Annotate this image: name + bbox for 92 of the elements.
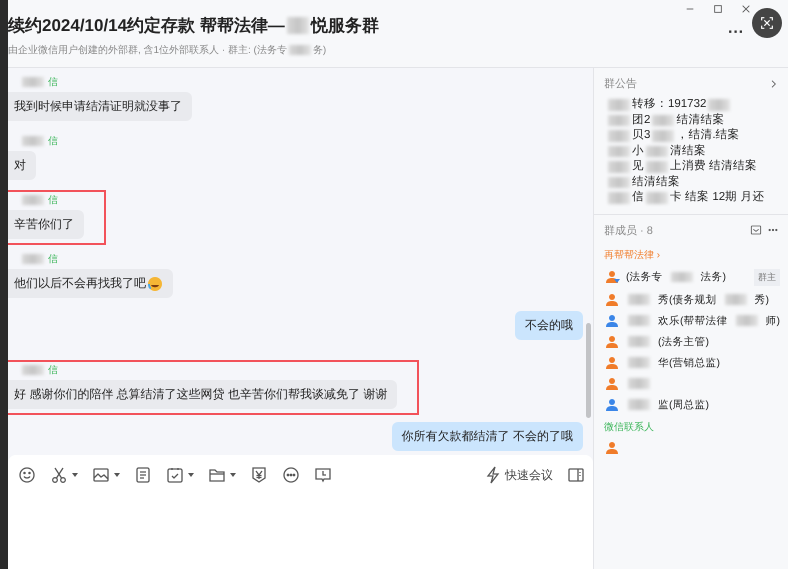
- redaction-block: [646, 192, 668, 204]
- message-composer[interactable]: 快速会议: [8, 455, 593, 569]
- image-icon[interactable]: [92, 466, 110, 484]
- redaction-block: [608, 161, 630, 172]
- scan-text-icon[interactable]: [759, 15, 775, 31]
- message-bubble: 辛苦你们了: [8, 210, 84, 239]
- calendar-check-icon[interactable]: [166, 466, 184, 484]
- crying-laughing-emoji-icon: [147, 276, 163, 292]
- announcement-text: 见: [632, 159, 644, 174]
- redaction-block: [608, 176, 630, 188]
- redaction-block: [22, 195, 44, 205]
- message-bubble: 你所有欠款都结清了 不会的了哦: [392, 422, 583, 451]
- redaction-block: [22, 136, 44, 146]
- redaction-block: [628, 378, 650, 389]
- scissors-icon[interactable]: [50, 466, 68, 484]
- sender-name: 信: [48, 194, 58, 207]
- member-name: 秀(债务规划: [658, 292, 716, 306]
- chat-title: 续约2024/10/14约定存款 帮帮法律—: [8, 15, 285, 37]
- redaction-block: [608, 146, 630, 157]
- announcement-text: 结清结案: [632, 174, 680, 190]
- member-name: 秀): [754, 292, 769, 306]
- message-bubble: 我到时候申请结清证明就没事了: [8, 92, 192, 121]
- more-menu[interactable]: ···: [728, 24, 744, 42]
- caret-icon[interactable]: [72, 473, 78, 477]
- maximize-icon[interactable]: [712, 3, 724, 15]
- sender-name: 信: [48, 76, 58, 89]
- redaction-block: [22, 77, 44, 87]
- message-bubble: 好 感谢你们的陪伴 总算结清了这些网贷 也辛苦你们帮我谈减免了 谢谢: [8, 380, 398, 409]
- redaction-block: [628, 336, 650, 347]
- more-icon[interactable]: [282, 466, 300, 484]
- redaction-block: [736, 315, 758, 326]
- emoji-icon[interactable]: [18, 466, 36, 484]
- redaction-block: [652, 130, 674, 142]
- chat-subtitle: 由企业微信用户创建的外部群, 含1位外部联系人 · 群主: (法务专: [8, 44, 287, 57]
- quick-meeting-button[interactable]: 快速会议: [485, 466, 553, 484]
- mail-icon[interactable]: [750, 224, 762, 236]
- redaction-block: [22, 254, 44, 264]
- announcement-text: 结清结案: [676, 112, 724, 128]
- announcement-text: 转移：191732: [632, 97, 706, 112]
- announcement-text: 卡 结案 12期 月还: [670, 190, 764, 205]
- message-bubble: 对: [8, 151, 36, 180]
- redaction-block: [22, 365, 44, 375]
- chat-title: 悦服务群: [310, 15, 379, 37]
- caret-icon[interactable]: [230, 473, 236, 477]
- redaction-block: [608, 130, 630, 142]
- message-bubble: 他们以后不会再找我了吧: [8, 269, 173, 298]
- redaction-block: [608, 99, 630, 110]
- redaction-block: [708, 99, 730, 110]
- members-title: 群成员 · 8: [604, 224, 653, 238]
- message-bubble: 不会的哦: [515, 311, 583, 340]
- lightning-icon: [485, 466, 501, 484]
- redaction-block: [646, 146, 668, 157]
- sender-name: 信: [48, 364, 58, 377]
- document-icon[interactable]: [134, 466, 152, 484]
- yen-shield-icon[interactable]: [250, 466, 268, 484]
- redaction-block: [628, 294, 650, 305]
- announcement-text: 清结案: [670, 144, 706, 158]
- redaction-block: [628, 399, 650, 410]
- member-name: 监(周总监): [658, 398, 709, 412]
- member-name: (法务专: [626, 270, 662, 284]
- owner-tag: 群主: [754, 268, 780, 286]
- sender-name: 信: [48, 253, 58, 266]
- caret-icon[interactable]: [114, 473, 120, 477]
- announcement-text: 小: [632, 144, 644, 158]
- redaction-block: [652, 114, 674, 126]
- redaction-block: [670, 272, 692, 282]
- member-name: 法务): [700, 270, 726, 284]
- announcement-text: 团2: [632, 112, 650, 128]
- member-name: 师): [766, 314, 780, 328]
- redaction-block: [608, 114, 630, 126]
- redaction-block: [286, 17, 309, 34]
- member-name: 欢乐(帮帮法律: [658, 314, 728, 328]
- announcement-text: ，结清.结案: [676, 128, 740, 143]
- side-panel-icon[interactable]: [567, 466, 585, 484]
- chat-subtitle: 务): [312, 44, 326, 57]
- announcement-title: 群公告: [604, 76, 637, 91]
- redaction-block: [628, 357, 650, 368]
- redaction-block: [288, 45, 311, 55]
- member-name: (法务主管): [658, 334, 709, 348]
- announcement-text: 信: [632, 190, 644, 205]
- announcement-text: 贝3: [632, 128, 650, 143]
- redaction-block: [628, 315, 650, 326]
- redaction-block: [724, 294, 746, 305]
- caret-icon[interactable]: [188, 473, 194, 477]
- close-icon[interactable]: [740, 3, 752, 15]
- sender-name: 信: [48, 135, 58, 148]
- member-name: 华(营销总监): [658, 356, 720, 370]
- clock-message-icon[interactable]: [314, 466, 332, 484]
- translate-tool-button[interactable]: [752, 8, 782, 38]
- redaction-block: [608, 192, 630, 204]
- announcement-text: 上消费 结清结案: [670, 159, 758, 174]
- redaction-block: [646, 161, 668, 172]
